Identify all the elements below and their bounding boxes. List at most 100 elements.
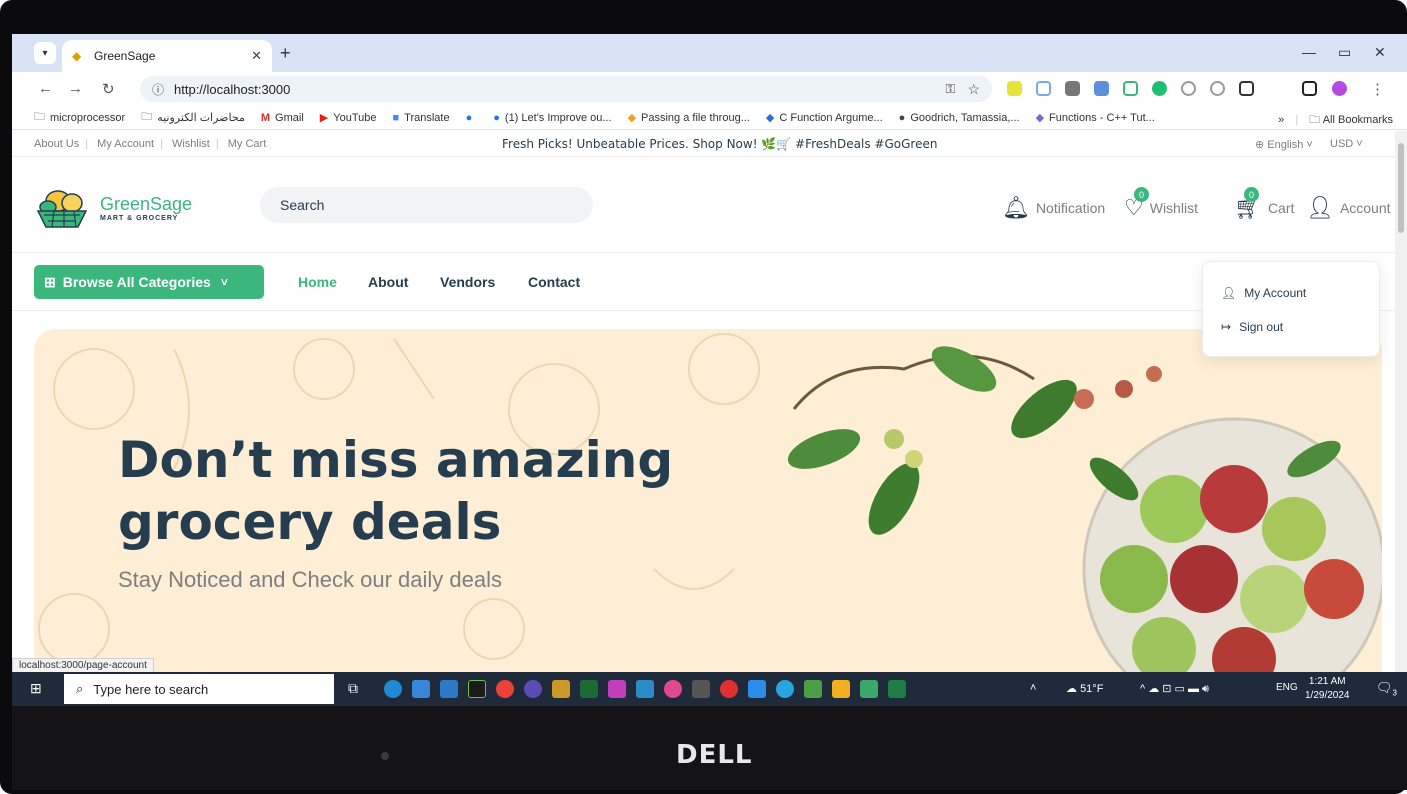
chrome-icon[interactable]: [496, 680, 514, 698]
maximize-icon[interactable]: ▭: [1338, 44, 1351, 61]
forward-icon[interactable]: →: [68, 80, 83, 97]
bookmark-item[interactable]: 🗀 محاضرات الكترونيه: [141, 108, 245, 127]
promo-text: Fresh Picks! Unbeatable Prices. Shop Now…: [502, 137, 938, 151]
bookmark-item[interactable]: ◆ Functions - C++ Tut...: [1036, 111, 1155, 125]
reload-icon[interactable]: ↻: [102, 80, 115, 98]
extension-icon[interactable]: [1036, 81, 1051, 96]
sign-out-menu-item[interactable]: ↦ Sign out: [1221, 320, 1283, 334]
camera-icon: [381, 752, 389, 760]
profile-avatar-icon[interactable]: [1332, 81, 1347, 96]
language-select[interactable]: ⊕ English ˅: [1255, 138, 1313, 151]
hero-subtitle: Stay Noticed and Check our daily deals: [118, 567, 502, 592]
bookmark-item[interactable]: ● Goodrich, Tamassia,...: [899, 112, 1020, 124]
nav-vendors[interactable]: Vendors: [440, 274, 495, 290]
my-cart-link[interactable]: My Cart: [228, 138, 267, 150]
extension-icon[interactable]: [1094, 81, 1109, 96]
windows-start-icon[interactable]: ⊞: [30, 680, 42, 697]
close-window-icon[interactable]: ✕: [1374, 44, 1386, 61]
wishlist-link[interactable]: Wishlist: [172, 138, 210, 150]
chevron-up-icon[interactable]: ˄: [1030, 682, 1036, 694]
globe-icon: ⊕: [1255, 139, 1268, 151]
store-icon[interactable]: [412, 680, 430, 698]
pycharm-icon[interactable]: [468, 680, 486, 698]
wishlist-count-badge: 0: [1134, 187, 1149, 202]
notification-button[interactable]: 🔔︎ Notification: [1002, 195, 1105, 221]
new-tab-icon[interactable]: +: [280, 43, 291, 64]
browse-categories-button[interactable]: ⊞ Browse All Categories ˅: [34, 265, 264, 299]
app-icon[interactable]: [692, 680, 710, 698]
site-info-icon[interactable]: ⓘ: [152, 81, 164, 98]
telegram-icon[interactable]: [776, 680, 794, 698]
app-icon[interactable]: [804, 680, 822, 698]
app-icon[interactable]: [580, 680, 598, 698]
edge-icon[interactable]: [384, 680, 402, 698]
excel-icon[interactable]: [888, 680, 906, 698]
clock[interactable]: 1:21 AM 1/29/2024: [1305, 675, 1350, 703]
password-key-icon[interactable]: ⚿: [946, 81, 956, 97]
bookmark-item[interactable]: ● (1) Let's Improve ou...: [493, 112, 611, 124]
all-bookmarks-button[interactable]: All Bookmarks: [1323, 114, 1393, 126]
bookmark-item[interactable]: ▶ YouTube: [320, 111, 377, 125]
browser-tab[interactable]: ◆ GreenSage ✕: [62, 40, 272, 72]
tab-close-icon[interactable]: ✕: [251, 48, 262, 64]
tab-search-icon[interactable]: ▾: [34, 42, 56, 64]
nav-home[interactable]: Home: [298, 274, 337, 290]
input-language[interactable]: ENG: [1276, 682, 1298, 693]
slack-icon[interactable]: [664, 680, 682, 698]
extensions-puzzle-icon[interactable]: [1239, 81, 1254, 96]
extension-icon[interactable]: [1007, 81, 1022, 96]
my-account-link[interactable]: My Account: [97, 138, 154, 150]
bookmark-item[interactable]: 🗀 microprocessor: [34, 108, 125, 127]
extension-icon[interactable]: [1210, 81, 1225, 96]
wishlist-button[interactable]: ♡ 0 Wishlist: [1124, 187, 1198, 221]
bookmark-item[interactable]: ◆ Passing a file throug...: [627, 111, 750, 125]
bookmark-item[interactable]: ◆ C Function Argume...: [766, 111, 883, 125]
side-panel-icon[interactable]: [1302, 81, 1317, 96]
system-tray-icons[interactable]: ^ ☁ ⊡ ▭ ▬ 🔊︎: [1140, 682, 1209, 696]
file-explorer-icon[interactable]: [832, 680, 850, 698]
currency-select[interactable]: USD ˅: [1330, 138, 1363, 150]
bookmark-item[interactable]: M Gmail: [261, 112, 304, 124]
about-us-link[interactable]: About Us: [34, 138, 79, 150]
web-page: About Us | My Account | Wishlist | My Cart …: [12, 131, 1395, 672]
extension-icon[interactable]: [1152, 81, 1167, 96]
more-bookmarks-button[interactable]: »: [1278, 114, 1284, 126]
extension-icon[interactable]: [1181, 81, 1196, 96]
app-icon[interactable]: [552, 680, 570, 698]
app-icon[interactable]: [608, 680, 626, 698]
page-scrollbar[interactable]: [1395, 131, 1407, 672]
grocery-basket-logo-icon: [34, 187, 94, 229]
scroll-thumb[interactable]: [1398, 143, 1404, 233]
logo[interactable]: GreenSage MART & GROCERY: [34, 187, 192, 229]
extension-icon[interactable]: [1123, 81, 1138, 96]
gmail-icon: M: [260, 111, 271, 124]
extension-icon[interactable]: [1065, 81, 1080, 96]
address-bar-row: ← → ↻ ⓘ http://localhost:3000 ⚿ ☆ ⋮: [12, 72, 1407, 106]
search-input[interactable]: Search: [260, 187, 593, 223]
mail-icon[interactable]: [440, 680, 458, 698]
bookmark-icon: ◆: [627, 112, 637, 124]
app-icon[interactable]: [860, 680, 878, 698]
nav-contact[interactable]: Contact: [528, 274, 580, 290]
task-view-icon[interactable]: ⧉: [348, 680, 358, 697]
address-bar[interactable]: ⓘ http://localhost:3000 ⚿ ☆: [140, 76, 992, 102]
vscode-icon[interactable]: [748, 680, 766, 698]
bookmark-star-icon[interactable]: ☆: [967, 81, 980, 98]
opera-icon[interactable]: [720, 680, 738, 698]
minimize-icon[interactable]: —: [1302, 44, 1316, 60]
weather-widget[interactable]: ☁ 51°F: [1066, 682, 1103, 695]
bookmark-item[interactable]: ■ Translate: [392, 112, 449, 124]
back-icon[interactable]: ←: [38, 80, 53, 97]
account-button[interactable]: 👤︎ Account: [1306, 195, 1391, 221]
notification-center-icon[interactable]: 🗨︎3: [1376, 680, 1397, 698]
app-icon[interactable]: [636, 680, 654, 698]
cart-count-badge: 0: [1244, 187, 1259, 202]
bookmark-item[interactable]: ●: [466, 112, 478, 124]
menu-kebab-icon[interactable]: ⋮: [1370, 80, 1385, 98]
taskbar-search-input[interactable]: ⌕ Type here to search: [64, 674, 334, 704]
bookmarks-right: » | 🗀 All Bookmarks: [1278, 114, 1393, 126]
nav-about[interactable]: About: [368, 274, 408, 290]
eclipse-icon[interactable]: [524, 680, 542, 698]
cart-button[interactable]: 🛒︎ 0 Cart: [1234, 187, 1294, 221]
my-account-menu-item[interactable]: 👤︎ My Account: [1221, 286, 1306, 300]
